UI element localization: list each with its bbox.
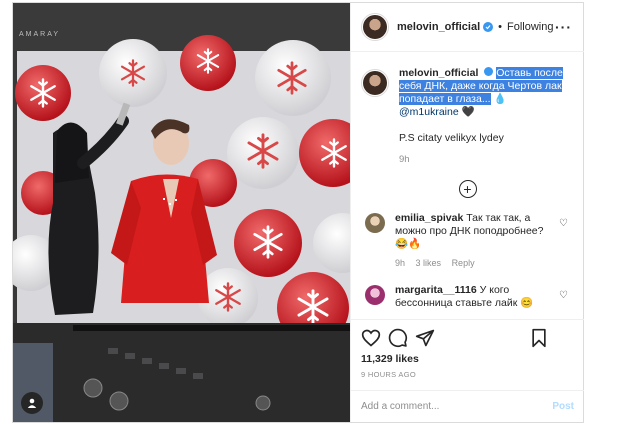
comment-item: emilia_spivak Так так так, а можно про Д…: [361, 212, 574, 270]
action-bar: [351, 319, 584, 353]
post-sidebar: melovin_official • Following ··· melovin…: [350, 3, 584, 422]
caption-time: 9h: [399, 154, 410, 165]
likes-count[interactable]: 11,329 likes: [361, 353, 419, 365]
comment-meta: 9h 3 likes Reply: [395, 257, 555, 270]
comment-heart-icon[interactable]: ♡: [559, 290, 568, 301]
plus-circle-icon[interactable]: +: [458, 180, 477, 198]
bookmark-icon[interactable]: [529, 328, 549, 348]
author-username[interactable]: melovin_official: [397, 21, 480, 33]
comment-username[interactable]: emilia_spivak: [395, 212, 463, 224]
separator-dot: •: [498, 21, 502, 33]
caption-body: melovin_official Оставь после себя ДНК, …: [399, 67, 574, 166]
black-heart-icon: 🖤: [461, 106, 475, 118]
post-caption: melovin_official Оставь после себя ДНК, …: [361, 53, 574, 166]
post-photo: AMARAY: [13, 3, 350, 422]
verified-badge-icon: [484, 67, 494, 76]
caption-mention[interactable]: @m1ukraine: [399, 106, 459, 118]
post-timestamp: 9 HOURS AGO: [361, 370, 416, 379]
following-button[interactable]: Following: [507, 21, 553, 33]
share-icon[interactable]: [415, 328, 435, 348]
svg-text:AMARAY: AMARAY: [19, 31, 60, 38]
caption-username[interactable]: melovin_official: [399, 67, 478, 79]
author-avatar[interactable]: [361, 13, 389, 41]
drop-emoji-icon: 💧: [493, 93, 507, 105]
comments-section[interactable]: melovin_official Оставь после себя ДНК, …: [351, 53, 584, 319]
add-comment-bar: Post: [351, 390, 584, 422]
post-media[interactable]: AMARAY: [13, 3, 350, 422]
comment-username[interactable]: margarita__1116: [395, 284, 477, 296]
post-comment-button[interactable]: Post: [552, 401, 574, 412]
verified-badge-icon: [483, 22, 494, 32]
user-tag-icon: [27, 398, 37, 408]
heart-icon[interactable]: [361, 328, 381, 348]
commenter-avatar[interactable]: [365, 285, 385, 305]
comment-heart-icon[interactable]: ♡: [559, 218, 568, 229]
caption-signature: P.S citaty velikyx lydey: [399, 132, 504, 144]
comment-body: emilia_spivak Так так так, а можно про Д…: [395, 212, 555, 270]
tagged-users-button[interactable]: [21, 392, 43, 414]
comment-likes[interactable]: 3 likes: [416, 258, 442, 268]
comment-time: 9h: [395, 258, 406, 268]
commenter-avatar[interactable]: [365, 213, 385, 233]
comment-body: margarita__1116 У кого бессонница ставьт…: [395, 284, 555, 310]
comment-icon[interactable]: [388, 328, 408, 348]
more-options-icon[interactable]: ···: [555, 19, 572, 35]
comment-item: margarita__1116 У кого бессонница ставьт…: [361, 284, 574, 310]
caption-author-avatar[interactable]: [361, 69, 389, 97]
add-comment-input[interactable]: [361, 401, 541, 412]
reply-button[interactable]: Reply: [452, 258, 475, 268]
instagram-post-card: AMARAY melovin_official • Following ··· …: [12, 2, 584, 423]
post-header: melovin_official • Following ···: [351, 3, 584, 52]
